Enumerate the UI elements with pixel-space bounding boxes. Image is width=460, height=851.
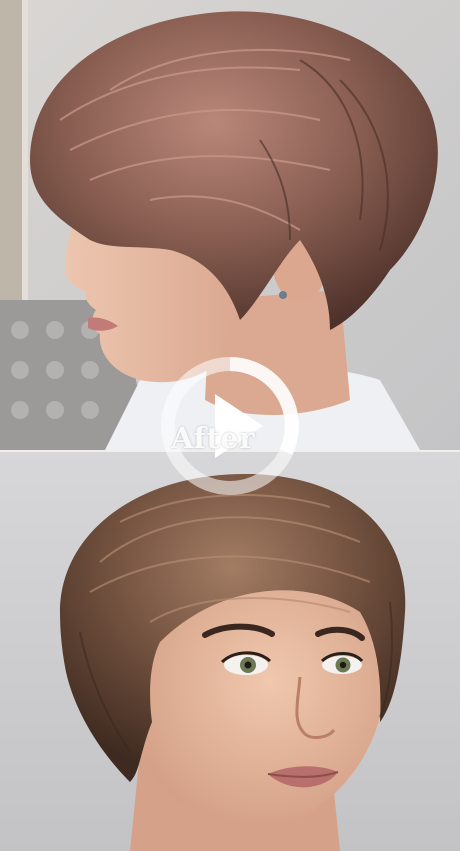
after-label: After [171, 421, 256, 455]
front-photo-illustration [0, 452, 460, 851]
photo-front-view [0, 452, 460, 851]
collage: After [0, 0, 460, 851]
